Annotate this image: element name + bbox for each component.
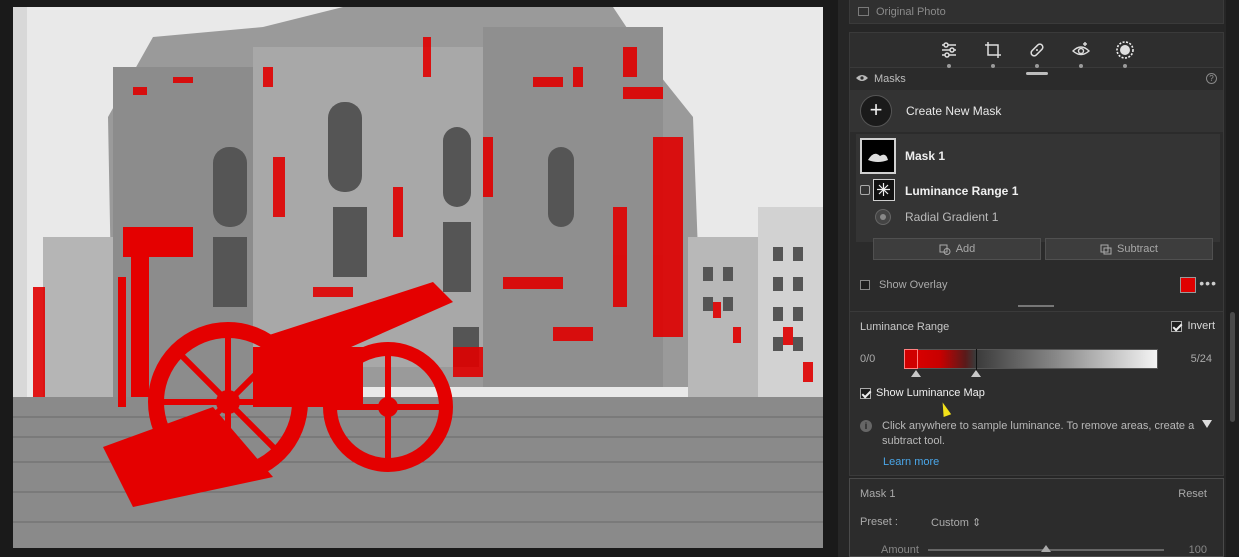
healing-icon[interactable] [1026, 39, 1048, 68]
help-icon[interactable]: ? [1206, 73, 1217, 84]
more-options-icon[interactable]: ••• [1199, 275, 1217, 291]
photo-preview[interactable] [13, 7, 823, 548]
create-new-mask-label: Create New Mask [906, 104, 1002, 118]
overlay-color-swatch[interactable] [1180, 277, 1196, 293]
subtract-icon [1100, 244, 1112, 254]
show-luminance-map-toggle[interactable]: Show Luminance Map [860, 387, 985, 399]
crop-icon[interactable] [982, 39, 1004, 68]
image-canvas[interactable] [0, 0, 838, 557]
luminance-left-value: 0/0 [860, 353, 876, 365]
mask-settings-section: Mask 1 Reset Preset : Custom ⇕ Amount 10… [849, 478, 1224, 557]
invert-checkbox[interactable] [1171, 320, 1183, 332]
subtract-label: Subtract [1117, 243, 1158, 255]
original-photo-toggle[interactable]: Original Photo [849, 0, 1224, 24]
luminance-range-title: Luminance Range [860, 321, 950, 333]
luminance-range-label: Luminance Range 1 [905, 184, 1019, 198]
sliders-icon[interactable] [938, 39, 960, 68]
amount-value: 100 [1188, 544, 1207, 556]
add-label: Add [955, 243, 976, 255]
add-icon [939, 244, 951, 255]
section-grip[interactable] [1018, 305, 1054, 307]
radial-gradient-icon [875, 209, 891, 225]
create-new-mask-button[interactable]: + Create New Mask [850, 90, 1223, 132]
radial-gradient-label: Radial Gradient 1 [905, 210, 999, 224]
show-luminance-map-checkbox[interactable] [860, 387, 871, 399]
component-visibility-icon[interactable] [860, 185, 870, 195]
luminance-left-handle[interactable] [911, 370, 921, 377]
mask-settings-title: Mask 1 [860, 488, 896, 500]
info-message: i Click anywhere to sample luminance. To… [860, 419, 1212, 449]
original-photo-label: Original Photo [876, 5, 946, 18]
add-button[interactable]: Add [873, 238, 1041, 260]
panel-scrollbar[interactable] [1226, 0, 1239, 557]
luminance-range-component[interactable]: Luminance Range 1 [856, 178, 1220, 204]
radial-gradient-component[interactable]: Radial Gradient 1 [856, 206, 1220, 228]
luminance-range-divider [976, 349, 977, 371]
invert-label: Invert [1187, 320, 1215, 332]
original-photo-icon [858, 7, 869, 16]
right-panel: Original Photo Masks ? + Create New Mask… [838, 0, 1239, 557]
luminance-range-section: Luminance Range Invert 0/0 5/24 Show Lum… [849, 312, 1224, 476]
redeye-icon[interactable] [1070, 39, 1092, 68]
show-luminance-map-label: Show Luminance Map [876, 387, 985, 399]
masks-header: Masks [850, 69, 1223, 89]
plus-icon: + [860, 95, 892, 127]
show-overlay-label: Show Overlay [879, 279, 948, 291]
masks-section: Masks ? + Create New Mask Mask 1 Luminan… [849, 68, 1224, 312]
preset-dropdown[interactable]: Custom ⇕ [931, 516, 981, 529]
subtract-button[interactable]: Subtract [1045, 238, 1213, 260]
masks-title: Masks [874, 73, 906, 85]
luminance-right-value: 5/24 [1190, 353, 1212, 365]
scrollbar-thumb[interactable] [1230, 312, 1235, 422]
amount-slider-handle[interactable] [1041, 545, 1051, 552]
learn-more-link[interactable]: Learn more [883, 456, 939, 468]
invert-toggle[interactable]: Invert [1171, 320, 1215, 332]
mask-thumbnail [860, 138, 896, 174]
show-overlay-row: Show Overlay ••• [850, 274, 1223, 296]
luminance-right-handle[interactable] [971, 370, 981, 377]
collapse-triangle-icon[interactable] [1202, 420, 1212, 428]
preset-label: Preset : [860, 516, 898, 528]
masking-icon[interactable] [1114, 39, 1136, 68]
luminance-range-icon [873, 179, 895, 201]
mask-list-item[interactable]: Mask 1 Luminance Range 1 Radial Gradient… [856, 134, 1220, 242]
eye-icon[interactable] [856, 73, 868, 85]
luminance-sample-marker[interactable] [904, 349, 918, 369]
info-icon: i [860, 420, 872, 432]
mask-name: Mask 1 [905, 149, 946, 163]
tool-toolbar [849, 32, 1224, 68]
reset-button[interactable]: Reset [1178, 488, 1207, 500]
amount-label: Amount [881, 544, 919, 556]
photo-illustration [13, 7, 823, 548]
info-text: Click anywhere to sample luminance. To r… [882, 420, 1195, 447]
show-overlay-checkbox[interactable] [860, 280, 870, 290]
luminance-gradient-bar[interactable] [904, 349, 1158, 369]
